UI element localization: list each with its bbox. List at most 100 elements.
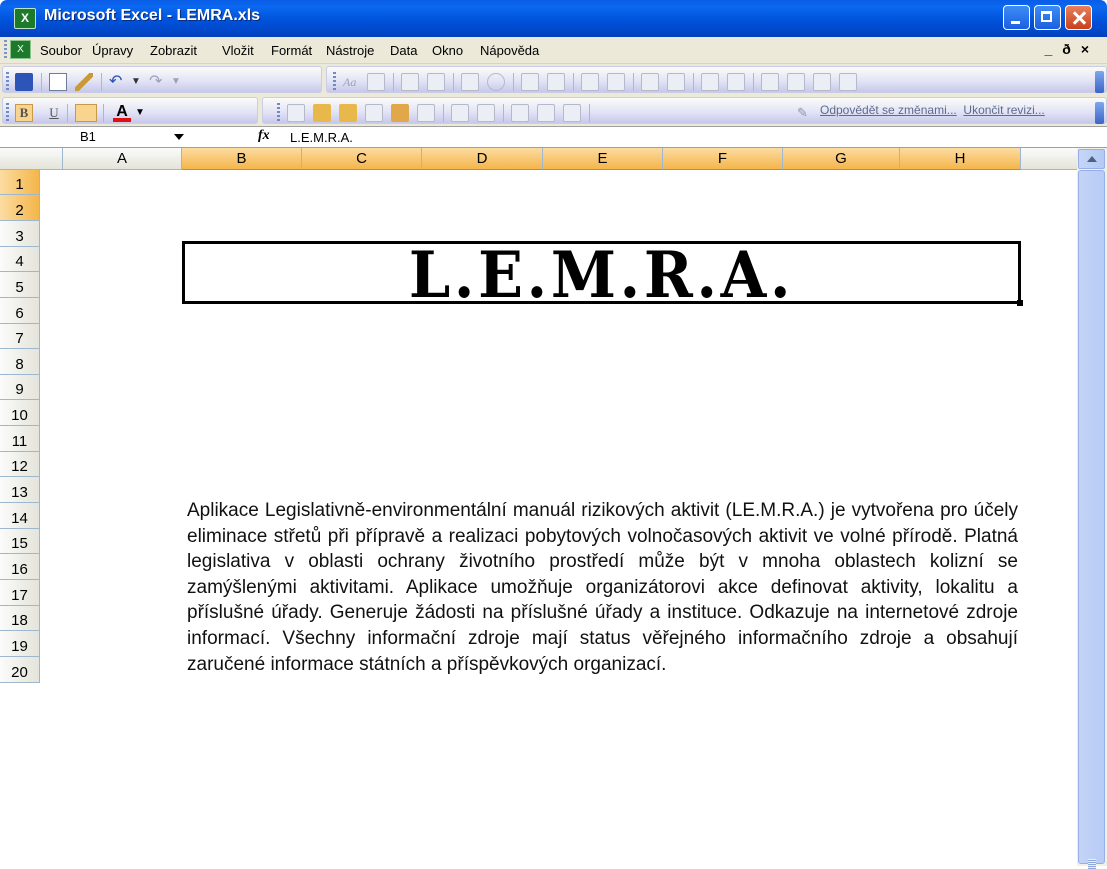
row-header-16[interactable]: 16 <box>0 554 40 580</box>
bold-icon[interactable]: B <box>15 104 33 122</box>
row-header-17[interactable]: 17 <box>0 580 40 606</box>
toolbar-grip[interactable] <box>6 72 9 92</box>
redo-dropdown-icon[interactable]: ▼ <box>171 73 189 91</box>
send-to-mail-icon[interactable] <box>563 104 581 122</box>
chevron-down-icon[interactable] <box>174 134 184 140</box>
row-header-8[interactable]: 8 <box>0 349 40 375</box>
row-header-19[interactable]: 19 <box>0 631 40 657</box>
menu-grip-handle[interactable] <box>4 40 7 58</box>
combobox-tool-icon[interactable] <box>547 73 565 91</box>
row-header-3[interactable]: 3 <box>0 221 40 247</box>
print-preview-icon[interactable] <box>49 73 67 91</box>
row-header-9[interactable]: 9 <box>0 375 40 400</box>
toolbar-grip[interactable] <box>333 72 336 92</box>
save-icon[interactable] <box>15 73 33 91</box>
font-color-icon[interactable]: A <box>113 104 131 122</box>
row-header-10[interactable]: 10 <box>0 400 40 426</box>
menu-okno[interactable]: Okno <box>432 43 463 58</box>
column-header-b[interactable]: B <box>182 148 302 170</box>
menu-nastroje[interactable]: Nástroje <box>326 43 374 58</box>
column-header-g[interactable]: G <box>783 148 900 170</box>
create-task-icon[interactable] <box>511 104 529 122</box>
close-button[interactable] <box>1065 5 1092 30</box>
update-file-icon[interactable] <box>537 104 555 122</box>
row-header-1[interactable]: 1 <box>0 170 40 195</box>
groupbox-tool-icon[interactable] <box>401 73 419 91</box>
track-changes-icon[interactable] <box>451 104 469 122</box>
row-header-4[interactable]: 4 <box>0 247 40 272</box>
run-dialog-icon[interactable] <box>787 73 805 91</box>
reject-change-icon[interactable] <box>477 104 495 122</box>
end-review-link[interactable]: Ukončit revizi... <box>963 103 1044 117</box>
new-comment-icon[interactable] <box>287 104 305 122</box>
menu-napoveda[interactable]: Nápověda <box>480 43 539 58</box>
vertical-scrollbar[interactable] <box>1077 148 1107 869</box>
name-box-value[interactable]: B1 <box>80 129 96 144</box>
underline-icon[interactable]: U <box>45 104 63 122</box>
menu-upravy[interactable]: Úpravy <box>92 43 133 58</box>
workbook-restore-button[interactable]: ð <box>1062 41 1081 57</box>
toggle-grid-icon[interactable] <box>761 73 779 91</box>
reply-with-changes-icon[interactable]: ✎ <box>797 104 815 122</box>
insert-function-icon[interactable]: fx <box>258 128 270 144</box>
edit-code-icon[interactable] <box>727 73 745 91</box>
reply-with-changes-link[interactable]: Odpovědět se změnami... <box>820 103 957 117</box>
excel-icon[interactable]: X <box>14 8 36 29</box>
column-header-f[interactable]: F <box>663 148 783 170</box>
option-button-tool-icon[interactable] <box>487 73 505 91</box>
column-header-d[interactable]: D <box>422 148 543 170</box>
row-header-13[interactable]: 13 <box>0 477 40 503</box>
show-comment-icon[interactable] <box>365 104 383 122</box>
scrollbar-thumb[interactable] <box>1078 170 1105 869</box>
menu-vlozit[interactable]: Vložit <box>222 43 254 58</box>
column-header-e[interactable]: E <box>543 148 663 170</box>
row-header-6[interactable]: 6 <box>0 298 40 324</box>
previous-comment-icon[interactable] <box>313 104 331 122</box>
format-painter-icon[interactable] <box>75 73 93 91</box>
menu-soubor[interactable]: Soubor <box>40 43 82 58</box>
column-header-c[interactable]: C <box>302 148 422 170</box>
toolbar-overflow-button[interactable] <box>1095 71 1104 93</box>
row-header-18[interactable]: 18 <box>0 606 40 631</box>
toolbar-grip[interactable] <box>277 103 280 123</box>
label-tool-icon[interactable]: Aa <box>343 73 361 91</box>
row-header-12[interactable]: 12 <box>0 452 40 477</box>
delete-comment-icon[interactable] <box>417 104 435 122</box>
menu-format[interactable]: Formát <box>271 43 312 58</box>
table-tool-icon[interactable] <box>839 73 857 91</box>
formula-input[interactable]: L.E.M.R.A. <box>290 130 353 145</box>
spinner-tool-icon[interactable] <box>667 73 685 91</box>
workbook-minimize-button[interactable]: _ <box>1044 41 1062 57</box>
row-header-14[interactable]: 14 <box>0 503 40 529</box>
maximize-button[interactable] <box>1034 5 1061 30</box>
column-header-h[interactable]: H <box>900 148 1021 170</box>
row-header-5[interactable]: 5 <box>0 272 40 298</box>
select-all-corner[interactable] <box>0 148 63 170</box>
listbox-tool-icon[interactable] <box>521 73 539 91</box>
fill-handle[interactable] <box>1017 300 1023 306</box>
scroll-up-button[interactable] <box>1078 149 1105 169</box>
font-color-dropdown-icon[interactable]: ▼ <box>135 104 153 122</box>
workbook-icon[interactable]: X <box>10 40 31 59</box>
undo-dropdown-icon[interactable]: ▼ <box>131 73 149 91</box>
minimize-button[interactable] <box>1003 5 1030 30</box>
redo-icon[interactable]: ↷ <box>149 73 167 91</box>
next-comment-icon[interactable] <box>339 104 357 122</box>
row-header-7[interactable]: 7 <box>0 324 40 349</box>
merge-center-icon[interactable] <box>75 104 97 122</box>
menu-zobrazit[interactable]: Zobrazit <box>150 43 197 58</box>
row-header-20[interactable]: 20 <box>0 657 40 683</box>
row-header-11[interactable]: 11 <box>0 426 40 452</box>
row-header-15[interactable]: 15 <box>0 529 40 554</box>
textbox-tool-icon[interactable] <box>367 73 385 91</box>
undo-icon[interactable]: ↶ <box>109 73 127 91</box>
menu-data[interactable]: Data <box>390 43 417 58</box>
selected-merged-cell-b1[interactable]: L.E.M.R.A. <box>182 238 1023 313</box>
workbook-close-button[interactable]: × <box>1081 41 1099 57</box>
dialog-frame-icon[interactable] <box>813 73 831 91</box>
name-box[interactable]: B1 <box>64 127 204 147</box>
combo-list-edit-tool-icon[interactable] <box>581 73 599 91</box>
workbook-window-controls[interactable]: _ð× <box>1044 41 1099 57</box>
row-header-2[interactable]: 2 <box>0 195 40 221</box>
scrollbar-tool-icon[interactable] <box>641 73 659 91</box>
